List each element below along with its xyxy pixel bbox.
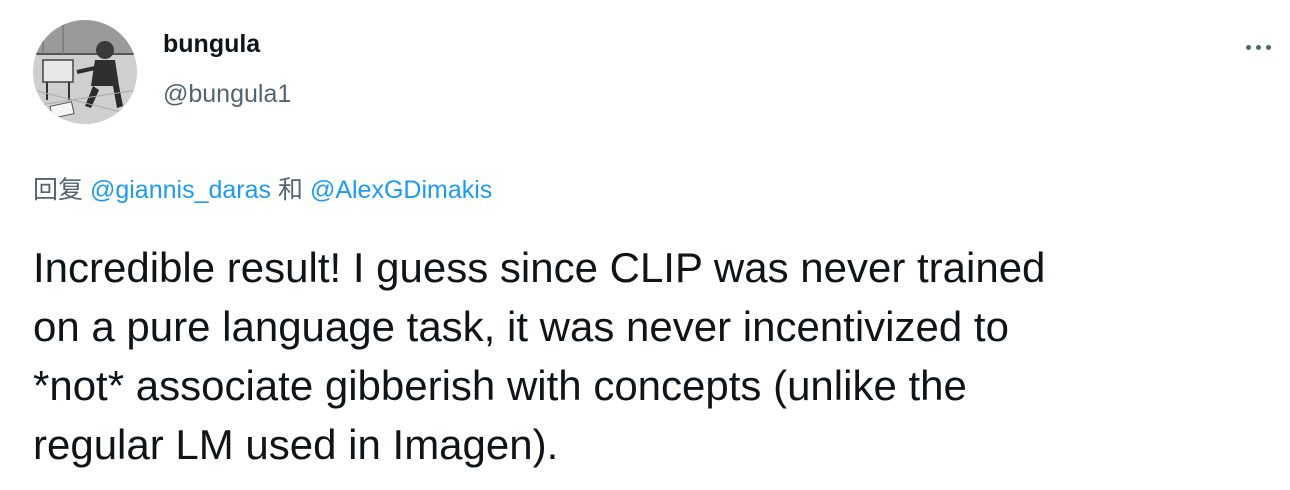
reply-context: 回复 @giannis_daras 和 @AlexGDimakis [33,170,492,206]
display-name[interactable]: bungula [163,30,260,59]
mention-link-giannis-daras[interactable]: @giannis_daras [90,176,271,204]
more-options-button[interactable] [1236,32,1280,62]
tweet-text: Incredible result! I guess since CLIP wa… [33,244,1046,468]
user-handle[interactable]: @bungula1 [163,80,291,109]
reply-prefix: 回复 [33,176,84,204]
reply-conjunction: 和 [277,176,303,204]
more-horizontal-icon [1245,44,1271,50]
tweet-card: bungula @bungula1 回复 @giannis_daras 和 @A… [0,0,1290,490]
mention-link-alexgdimakis[interactable]: @AlexGDimakis [310,176,492,204]
avatar-sketch-icon [33,20,137,124]
avatar[interactable] [33,20,137,124]
